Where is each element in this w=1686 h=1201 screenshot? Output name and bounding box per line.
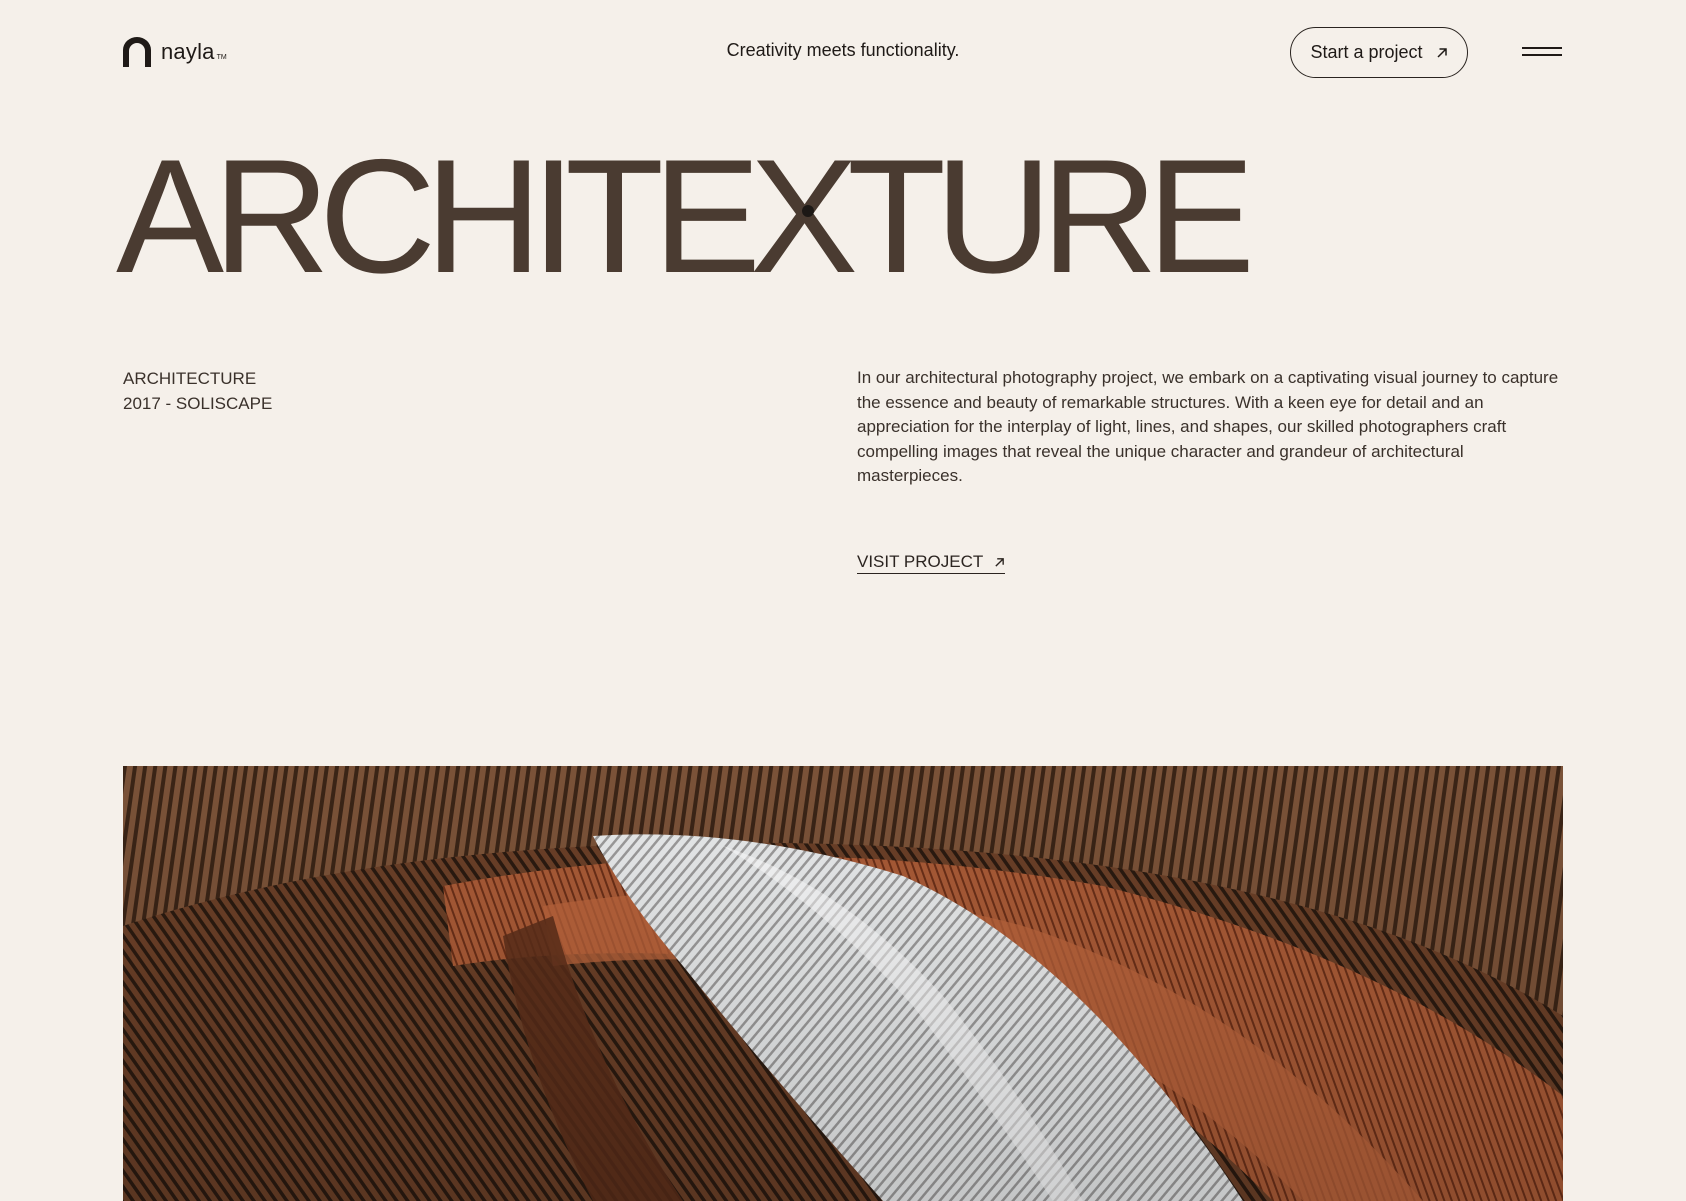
logo-wordmark: nayla [161,39,215,64]
project-year-name: 2017 - SOLISCAPE [123,394,273,413]
photo-illustration [123,766,1563,1201]
visit-project-link[interactable]: VISIT PROJECT [857,552,1006,574]
site-header: nayla TM Creativity meets functionality.… [0,0,1686,106]
cursor-dot [802,205,814,217]
wooden-slat-ceiling-photo [123,766,1563,1201]
logo[interactable]: nayla TM [123,37,227,67]
visit-project-label: VISIT PROJECT [857,552,984,571]
trademark-mark: TM [216,54,227,61]
project-meta: ARCHITECTURE 2017 - SOLISCAPE [123,366,272,416]
start-project-button[interactable]: Start a project [1290,27,1468,78]
hero-title: ARCHITEXTURE [116,126,1255,307]
arrow-up-right-icon [995,557,1005,567]
project-category: ARCHITECTURE [123,369,257,388]
project-description: In our architectural photography project… [857,368,1559,486]
start-project-label: Start a project [1310,42,1423,62]
arrow-up-right-icon [1437,47,1447,58]
hamburger-menu-icon[interactable] [1522,44,1564,62]
logo-arch-icon [123,37,151,67]
